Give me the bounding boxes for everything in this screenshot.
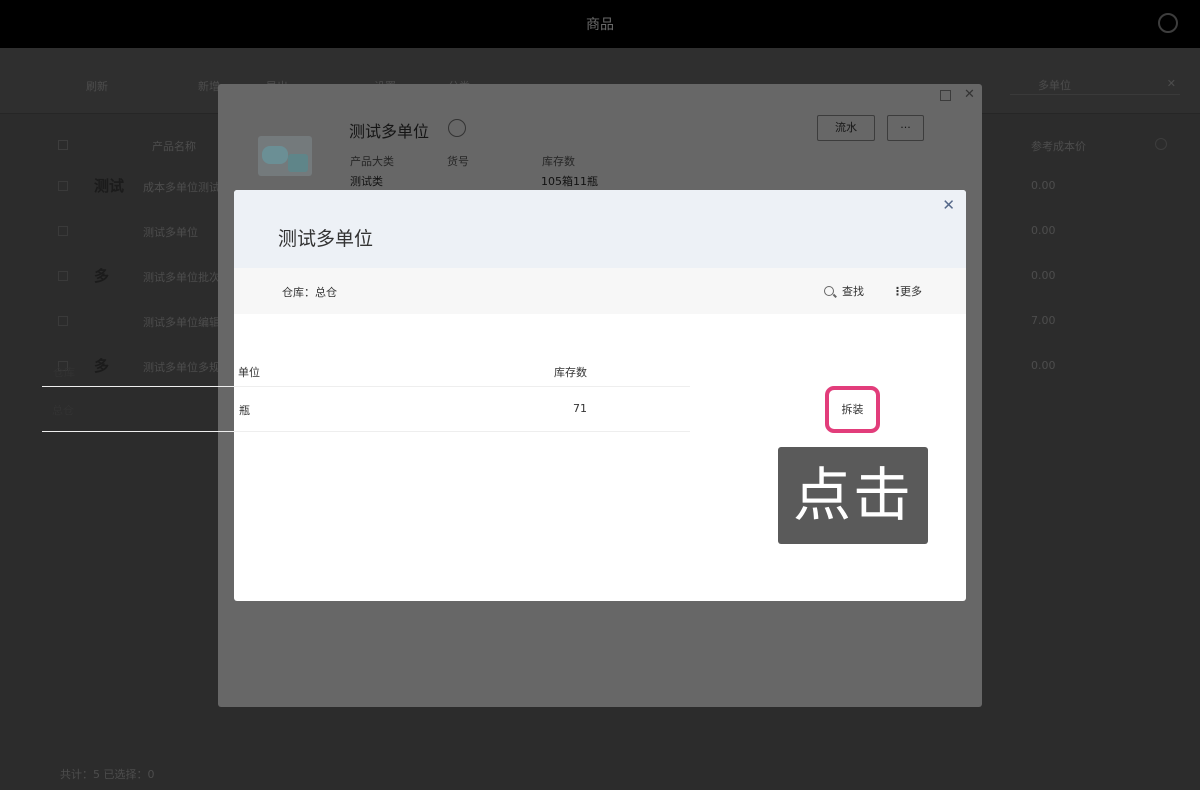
row-warehouse: 总仓	[52, 404, 74, 417]
close-icon[interactable]: ✕	[964, 87, 975, 102]
app-title: 商品	[586, 17, 614, 33]
row-checkbox[interactable]	[58, 316, 68, 326]
stock-label: 库存数	[542, 155, 575, 168]
product-name: 测试多单位编辑	[143, 316, 220, 329]
inventory-dialog-header: 测试多单位 ✕	[234, 190, 966, 268]
background-footer: 共计：5 已选择：0	[60, 768, 155, 781]
header-unit: 单位	[238, 366, 260, 379]
filter-bar: 仓库：总仓 查找 ⋮更多	[234, 268, 966, 314]
product-name: 测试多单位多规格	[143, 361, 221, 374]
gear-icon[interactable]	[1155, 138, 1167, 150]
product-name: 测试多单位批次	[143, 271, 220, 284]
cost-value: 0.00	[1031, 359, 1056, 372]
row-stock: 71	[573, 402, 587, 415]
refresh-tool[interactable]: 刷新	[86, 78, 108, 94]
search-icon	[824, 286, 834, 296]
more-label: 更多	[900, 285, 922, 298]
click-hint: 点击	[778, 447, 928, 544]
more-options-button[interactable]: ···	[887, 115, 924, 141]
header-cost: 参考成本价	[1031, 140, 1086, 153]
header-product-name: 产品名称	[152, 140, 196, 153]
select-all-checkbox[interactable]	[58, 140, 68, 150]
row-unit: 瓶	[239, 404, 250, 417]
product-thumbnail	[94, 217, 124, 245]
cost-value: 7.00	[1031, 314, 1056, 327]
flow-button[interactable]: 流水	[817, 115, 875, 141]
app-header: 商品	[0, 0, 1200, 48]
comment-icon[interactable]	[448, 119, 466, 137]
header-warehouse: 仓库	[53, 366, 75, 379]
stock-value: 105箱11瓶	[541, 175, 598, 188]
product-thumbnail: 多	[94, 267, 110, 285]
row-divider	[42, 431, 690, 432]
category-label: 产品大类	[350, 155, 394, 168]
product-name: 成本多单位测试	[143, 181, 220, 194]
product-thumbnail: 多	[94, 357, 110, 375]
product-image	[258, 136, 312, 176]
product-title: 测试多单位	[349, 122, 430, 141]
cost-value: 0.00	[1031, 224, 1056, 237]
row-checkbox[interactable]	[58, 271, 68, 281]
expand-icon[interactable]	[940, 90, 951, 101]
warehouse-filter[interactable]: 仓库：总仓	[282, 284, 337, 300]
cost-value: 0.00	[1031, 179, 1056, 192]
refresh-icon[interactable]	[1158, 13, 1178, 33]
search-label: 查找	[842, 285, 864, 298]
background-search-text: 多单位	[1038, 79, 1071, 92]
background-search[interactable]: 多单位 ✕	[1010, 73, 1180, 95]
inventory-dialog-title: 测试多单位	[278, 228, 374, 250]
cost-value: 0.00	[1031, 269, 1056, 282]
close-icon[interactable]: ✕	[942, 196, 955, 214]
add-tool[interactable]: 新增	[198, 78, 220, 94]
product-thumbnail	[94, 307, 124, 335]
category-value: 测试类	[350, 175, 383, 188]
row-checkbox[interactable]	[58, 226, 68, 236]
search-button[interactable]: 查找	[824, 283, 864, 299]
more-vertical-icon: ⋮	[892, 285, 903, 298]
more-button[interactable]: ⋮更多	[892, 283, 922, 299]
row-checkbox[interactable]	[58, 181, 68, 191]
item-no-label: 货号	[447, 155, 469, 168]
header-divider	[42, 386, 690, 387]
close-icon[interactable]: ✕	[1167, 77, 1176, 90]
header-stock: 库存数	[554, 366, 587, 379]
product-thumbnail: 测试	[94, 177, 125, 195]
product-name: 测试多单位	[143, 226, 198, 239]
split-button[interactable]: 拆装	[825, 386, 880, 433]
